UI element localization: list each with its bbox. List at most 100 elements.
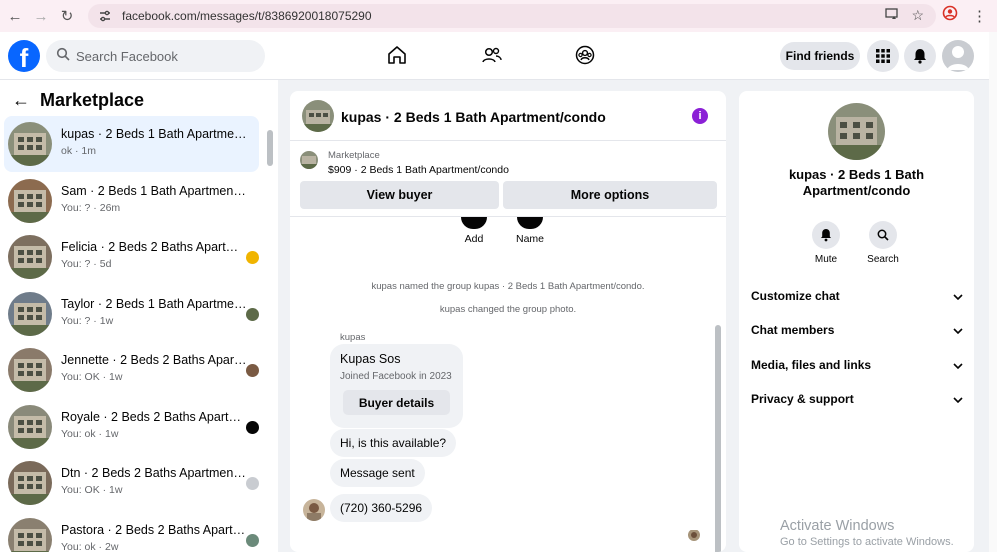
conversation-preview: You: OK · 1w [61,371,123,383]
conversation-item[interactable]: Dtn · 2 Beds 2 Baths Apartment/condo You:… [4,455,259,511]
name-action[interactable]: Name [512,217,548,245]
view-buyer-button[interactable]: View buyer [300,181,499,209]
profile-icon[interactable] [942,5,958,26]
bookmark-star-icon[interactable]: ☆ [911,7,924,24]
search-action[interactable]: Search [858,221,908,265]
watermark-line2: Go to Settings to activate Windows. [780,536,954,548]
browser-menu-icon[interactable]: ⋮ [972,7,987,25]
url-text: facebook.com/messages/t/8386920018075290 [122,9,372,23]
conversation-name: Taylor · 2 Beds 1 Bath Apartment/condo [61,296,247,311]
group-photo[interactable] [828,103,885,160]
conversation-thumbnail [8,348,52,392]
chevron-down-icon [953,358,963,372]
row-label: Media, files and links [751,358,872,372]
conversation-thumbnail [8,178,52,223]
mute-action[interactable]: Mute [801,221,851,265]
menu-grid-icon[interactable] [867,40,899,72]
conversation-name: kupas · 2 Beds 1 Bath Apartment/condo [61,127,247,141]
back-arrow-icon[interactable]: ← [12,90,30,111]
listing-thumbnail [300,151,318,169]
windows-activation-watermark: Activate Windows Go to Settings to activ… [780,518,954,548]
conversation-preview: You: ok · 1w [61,427,119,440]
address-bar[interactable]: facebook.com/messages/t/8386920018075290… [88,4,936,28]
seen-indicator-avatar [688,529,700,541]
info-icon[interactable]: i [692,108,708,124]
groups-icon[interactable] [574,44,598,68]
conversation-thumbnail [8,291,52,336]
conversation-thumbnail [8,404,52,449]
system-message: kupas changed the group photo. [439,304,577,315]
scrollbar-thumb[interactable] [267,130,273,166]
chevron-down-icon [953,289,963,303]
facebook-top-nav: f Search Facebook Find friends [0,32,997,80]
privacy-support-row[interactable]: Privacy & support [751,389,963,409]
conversation-thumbnail [8,517,52,552]
forward-arrow-icon[interactable]: → [30,5,52,27]
conversation-preview: You: ? · 1w [61,314,114,327]
sidebar-header: ← Marketplace [12,90,144,111]
conversation-thumbnail [8,235,52,279]
conversation-preview: You: ? · 5d [61,258,112,270]
account-avatar[interactable] [942,40,974,72]
seen-avatar [246,251,259,264]
chat-thumbnail[interactable] [302,100,334,132]
message-bubble[interactable]: Hi, is this available? [330,429,457,457]
message-bubble[interactable]: Message sent [330,459,425,487]
conversation-item[interactable]: Taylor · 2 Beds 1 Bath Apartment/condo Yo… [4,286,259,342]
scrollbar-thumb[interactable] [715,325,721,552]
chat-members-row[interactable]: Chat members [751,320,963,340]
conversation-name: Sam · 2 Beds 1 Bath Apartment/condo [61,183,247,198]
sidebar-title: Marketplace [40,90,145,110]
bell-icon [812,221,840,249]
conversation-name: Pastora · 2 Beds 2 Baths Apartment/condo [61,522,247,537]
chevron-down-icon [953,392,963,406]
media-files-links-row[interactable]: Media, files and links [751,355,963,375]
conversation-thumbnail [8,461,52,505]
marketplace-sidebar: ← Marketplace kupas · 2 Beds 1 Bath Apar… [0,80,278,552]
back-arrow-icon[interactable]: ← [4,5,26,27]
conversation-item[interactable]: kupas · 2 Beds 1 Bath Apartment/condo ok … [4,116,259,172]
sender-avatar[interactable] [303,499,325,521]
friends-icon[interactable] [481,44,505,68]
buyer-details-button[interactable]: Buyer details [343,390,450,415]
search-icon [56,47,70,66]
customize-chat-row[interactable]: Customize chat [751,286,963,306]
buyer-profile-card: Kupas Sos Joined Facebook in 2023 Buyer … [330,344,463,428]
chat-header: kupas · 2 Beds 1 Bath Apartment/condo i [290,91,726,141]
search-facebook-input[interactable]: Search Facebook [46,40,265,72]
group-actions: Add Name [290,217,726,251]
conversation-item[interactable]: Sam · 2 Beds 1 Bath Apartment/condo You: … [4,173,259,229]
name-label: Name [515,233,544,245]
edit-name-icon [517,217,543,229]
buyer-joined: Joined Facebook in 2023 [340,371,452,382]
marketplace-banner: Marketplace $909 · 2 Beds 1 Bath Apartme… [290,141,726,217]
find-friends-button[interactable]: Find friends [780,42,860,70]
page-scrollbar[interactable] [989,32,997,552]
reload-icon[interactable]: ↻ [56,5,78,27]
conversation-item[interactable]: Felicia · 2 Beds 2 Baths Apartment/condo… [4,229,259,285]
home-icon[interactable] [386,44,410,68]
add-action[interactable]: Add [458,217,490,245]
seen-avatar [246,420,259,434]
notifications-bell-icon[interactable] [904,40,936,72]
facebook-logo-icon[interactable]: f [8,40,40,72]
cast-icon[interactable] [885,7,899,24]
sidebar-scrollbar[interactable] [266,116,274,552]
conversation-preview: You: ok · 2w [61,540,119,552]
row-label: Privacy & support [751,392,854,406]
more-options-button[interactable]: More options [503,181,717,209]
conversation-item[interactable]: Jennette · 2 Beds 2 Baths Apartment/cond… [4,342,259,398]
chat-scrollbar[interactable] [714,217,722,552]
conversation-item[interactable]: Pastora · 2 Beds 2 Baths Apartment/condo… [4,512,259,552]
browser-toolbar: ← → ↻ facebook.com/messages/t/8386920018… [0,0,997,32]
chat-panel: kupas · 2 Beds 1 Bath Apartment/condo i … [290,91,726,552]
add-people-icon [461,217,487,229]
message-bubble[interactable]: (720) 360-5296 [330,494,433,522]
search-placeholder: Search Facebook [76,48,178,64]
seen-avatar [246,477,259,490]
conversation-name: Felicia · 2 Beds 2 Baths Apartment/condo [61,240,247,254]
seen-avatar [246,364,259,377]
conversation-item[interactable]: Royale · 2 Beds 2 Baths Apartment/condo Y… [4,399,259,455]
sender-name: kupas [340,332,366,343]
site-settings-icon[interactable] [96,7,114,25]
